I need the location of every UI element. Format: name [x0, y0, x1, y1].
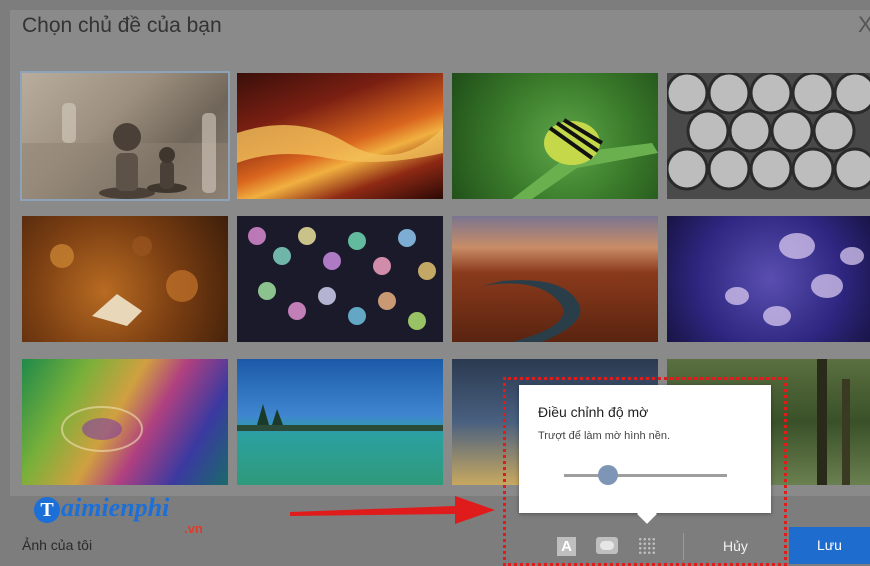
pipes-image — [667, 73, 870, 191]
close-icon[interactable]: X — [858, 12, 870, 38]
river-canyon-image — [482, 280, 581, 342]
save-button[interactable]: Lưu — [789, 527, 870, 564]
theme-tile-jellyfish[interactable] — [667, 216, 870, 342]
theme-tile-canyon-light[interactable] — [237, 73, 443, 199]
theme-tile-chess[interactable] — [20, 71, 230, 201]
annotation-highlight-box — [503, 377, 787, 566]
annotation-arrow — [290, 496, 495, 524]
autumn-leaves-image — [50, 236, 198, 326]
theme-tile-rainbow-water[interactable] — [22, 359, 228, 485]
watermark-suffix: .vn — [184, 521, 203, 536]
theme-tile-caterpillar[interactable] — [452, 73, 658, 199]
caterpillar-image — [512, 118, 658, 199]
chess-pieces-image — [22, 103, 228, 199]
theme-tile-lake-islands[interactable] — [237, 359, 443, 485]
lake-islands-image — [237, 404, 443, 431]
theme-tile-river-canyon[interactable] — [452, 216, 658, 342]
dialog-title: Chọn chủ đề của bạn — [22, 14, 222, 37]
theme-tile-autumn-leaves[interactable] — [22, 216, 228, 342]
rainbow-water-image — [61, 406, 143, 452]
canyon-light-image — [237, 125, 443, 163]
my-photos-link[interactable]: Ảnh của tôi — [22, 537, 92, 553]
watermark-text: aimienphi — [61, 493, 170, 522]
theme-tile-bokeh-lights[interactable] — [237, 216, 443, 342]
watermark-initial: T — [34, 497, 60, 523]
jellyfish-image — [725, 233, 864, 326]
theme-tile-pipes[interactable] — [667, 73, 870, 199]
bokeh-lights-image — [248, 227, 436, 330]
